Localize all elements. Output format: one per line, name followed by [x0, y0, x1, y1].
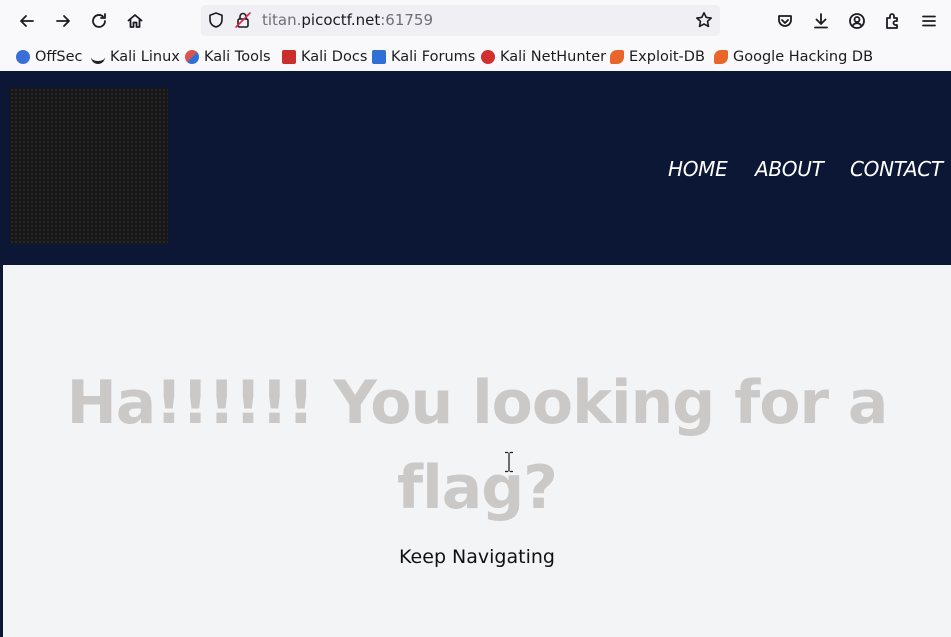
- insecure-lock-icon[interactable]: [234, 11, 252, 29]
- text-cursor-icon: [505, 451, 513, 473]
- nav-home-link[interactable]: HOME: [668, 157, 728, 181]
- offsec-favicon-icon: [16, 50, 30, 64]
- bookmark-exploit-db[interactable]: Exploit-DB: [610, 47, 705, 67]
- google-hacking-db-icon: [714, 50, 728, 64]
- bookmark-label: Kali Forums: [391, 49, 476, 65]
- exploit-db-icon: [610, 50, 624, 64]
- page-subtext: Keep Navigating: [399, 546, 555, 568]
- bookmark-label: Kali Docs: [301, 49, 368, 65]
- bookmark-kali-tools[interactable]: Kali Tools: [185, 47, 271, 67]
- bookmarks-toolbar: OffSec Kali Linux Kali Tools Kali Docs K…: [0, 42, 951, 71]
- main-content: Ha!!!!!! You looking for a flag? Keep Na…: [3, 265, 951, 637]
- pocket-icon[interactable]: [770, 6, 800, 36]
- page-headline: Ha!!!!!! You looking for a flag?: [66, 368, 889, 523]
- star-icon[interactable]: [695, 11, 713, 29]
- hamburger-menu-icon[interactable]: [914, 6, 944, 36]
- site-header: HOME ABOUT CONTACT: [3, 71, 951, 265]
- bookmark-google-hacking-db[interactable]: Google Hacking DB: [714, 47, 873, 67]
- home-icon[interactable]: [120, 6, 150, 36]
- browser-toolbar: titan.picoctf.net:61759: [0, 0, 951, 42]
- extensions-icon[interactable]: [878, 6, 908, 36]
- nav-contact-link[interactable]: CONTACT: [850, 157, 943, 181]
- bookmark-kali-linux[interactable]: Kali Linux: [91, 47, 180, 67]
- bookmark-kali-nethunter[interactable]: Kali NetHunter: [481, 47, 606, 67]
- bookmark-label: Google Hacking DB: [733, 49, 874, 65]
- kali-tools-icon: [185, 50, 199, 64]
- kali-dragon-icon: [91, 50, 105, 64]
- forward-arrow-icon[interactable]: [48, 6, 78, 36]
- bookmark-kali-forums[interactable]: Kali Forums: [372, 47, 475, 67]
- bookmark-label: Kali NetHunter: [500, 49, 607, 65]
- bookmark-label: Exploit-DB: [629, 49, 705, 65]
- site-logo: [10, 88, 168, 244]
- kali-nethunter-icon: [481, 50, 495, 64]
- back-arrow-icon[interactable]: [12, 6, 42, 36]
- kali-docs-icon: [282, 50, 296, 64]
- account-icon[interactable]: [842, 6, 872, 36]
- bookmark-offsec[interactable]: OffSec: [16, 47, 83, 67]
- bookmark-label: Kali Tools: [204, 49, 271, 65]
- shield-icon[interactable]: [207, 11, 225, 29]
- reload-icon[interactable]: [84, 6, 114, 36]
- url-text: titan.picoctf.net:61759: [262, 11, 434, 29]
- bookmark-label: OffSec: [35, 49, 83, 65]
- bookmark-kali-docs[interactable]: Kali Docs: [282, 47, 367, 67]
- kali-forums-icon: [372, 50, 386, 64]
- nav-about-link[interactable]: ABOUT: [755, 157, 824, 181]
- download-icon[interactable]: [806, 6, 836, 36]
- bookmark-label: Kali Linux: [110, 49, 180, 65]
- url-bar[interactable]: titan.picoctf.net:61759: [201, 5, 720, 36]
